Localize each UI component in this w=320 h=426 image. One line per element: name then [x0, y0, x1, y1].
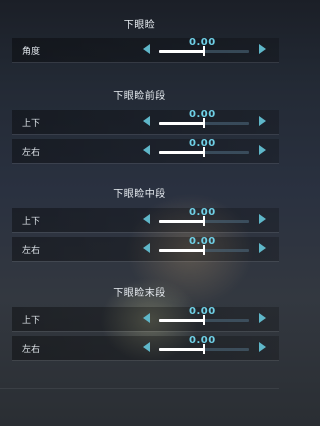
slider[interactable] [159, 245, 249, 255]
slider[interactable] [159, 315, 249, 325]
triangle-right-icon[interactable] [259, 313, 266, 323]
slider-row-vertical: 上下 0.00 [12, 306, 279, 332]
triangle-left-icon[interactable] [143, 243, 150, 253]
slider-fill [159, 319, 204, 322]
triangle-right-icon[interactable] [259, 214, 266, 224]
slider-row-horizontal: 左右 0.00 [12, 335, 279, 361]
slider-row-vertical: 上下 0.00 [12, 207, 279, 233]
triangle-left-icon[interactable] [143, 313, 150, 323]
slider-value: 0.00 [189, 236, 216, 247]
slider-value: 0.00 [189, 306, 216, 317]
triangle-right-icon[interactable] [259, 342, 266, 352]
slider[interactable] [159, 118, 249, 128]
slider-value: 0.00 [189, 109, 216, 120]
section-title-lower-eyelid-end: 下眼睑末段 [113, 288, 166, 299]
slider-row-vertical: 上下 0.00 [12, 109, 279, 135]
section-title-lower-eyelid: 下眼睑 [123, 20, 156, 31]
slider[interactable] [159, 46, 249, 56]
slider-row-angle: 角度 0.00 [12, 37, 279, 63]
slider-fill [159, 122, 204, 125]
slider-fill [159, 151, 204, 154]
row-label: 上下 [22, 316, 41, 326]
triangle-right-icon[interactable] [259, 243, 266, 253]
slider-fill [159, 50, 204, 53]
triangle-left-icon[interactable] [143, 214, 150, 224]
slider-row-horizontal: 左右 0.00 [12, 236, 279, 262]
bottom-divider [0, 388, 279, 389]
eyelid-adjust-panel: 下眼睑 角度 0.00 下眼睑前段 上下 0.00 左右 0.00 下眼睑中段 … [0, 0, 279, 426]
slider-value: 0.00 [189, 138, 216, 149]
section-title-lower-eyelid-middle: 下眼睑中段 [113, 189, 166, 200]
slider-value: 0.00 [189, 37, 216, 48]
section-title-lower-eyelid-front: 下眼睑前段 [113, 91, 166, 102]
row-label: 左右 [22, 148, 41, 158]
slider-row-horizontal: 左右 0.00 [12, 138, 279, 164]
slider-value: 0.00 [189, 207, 216, 218]
slider[interactable] [159, 344, 249, 354]
slider[interactable] [159, 216, 249, 226]
slider-fill [159, 348, 204, 351]
slider-fill [159, 220, 204, 223]
row-label: 上下 [22, 119, 41, 129]
triangle-left-icon[interactable] [143, 342, 150, 352]
triangle-left-icon[interactable] [143, 44, 150, 54]
triangle-right-icon[interactable] [259, 44, 266, 54]
triangle-left-icon[interactable] [143, 145, 150, 155]
triangle-right-icon[interactable] [259, 116, 266, 126]
triangle-right-icon[interactable] [259, 145, 266, 155]
row-label: 角度 [22, 47, 41, 57]
row-label: 上下 [22, 217, 41, 227]
slider-value: 0.00 [189, 335, 216, 346]
row-label: 左右 [22, 345, 41, 355]
triangle-left-icon[interactable] [143, 116, 150, 126]
slider[interactable] [159, 147, 249, 157]
row-label: 左右 [22, 246, 41, 256]
slider-fill [159, 249, 204, 252]
